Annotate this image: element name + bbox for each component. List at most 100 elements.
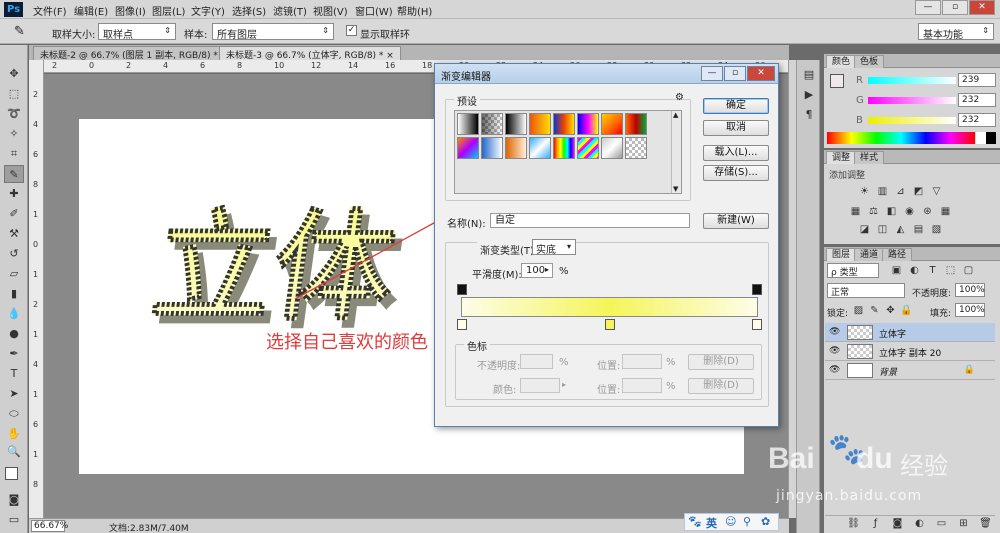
invert-icon[interactable]: ◪ — [858, 224, 871, 236]
ok-button[interactable]: 确定 — [703, 98, 769, 114]
layer-row[interactable]: 👁 立体字 — [825, 323, 995, 342]
color-menu-arrow-icon[interactable]: ▸ — [562, 380, 566, 389]
menu-window[interactable]: 窗口(W) — [355, 3, 393, 18]
load-button[interactable]: 载入(L)... — [703, 145, 769, 161]
paragraph-panel-icon[interactable]: ¶ — [799, 106, 819, 124]
opacity-stop-right[interactable] — [752, 284, 762, 295]
gradient-preset-swatch[interactable] — [601, 113, 623, 135]
screen-mode-icon[interactable]: ▭ — [4, 511, 24, 529]
gradient-preset-swatch[interactable] — [505, 137, 527, 159]
smoothness-stepper-icon[interactable]: ▸ — [545, 265, 549, 274]
healing-tool-icon[interactable]: ✚ — [4, 185, 24, 203]
r-value[interactable]: 239 — [958, 73, 996, 87]
stop-color-swatch[interactable] — [520, 378, 560, 393]
minimize-button[interactable]: — — [915, 0, 941, 15]
color-balance-icon[interactable]: ⚖ — [867, 206, 880, 218]
marquee-tool-icon[interactable]: ⬚ — [4, 85, 24, 103]
gradient-preset-swatch[interactable] — [601, 137, 623, 159]
lock-position-icon[interactable]: ✥ — [884, 305, 897, 317]
hand-tool-icon[interactable]: ✋ — [4, 425, 24, 443]
color-stop-mid[interactable] — [604, 319, 615, 330]
sample-size-select[interactable]: 取样点 ⇕ — [98, 23, 176, 40]
move-tool-icon[interactable]: ✥ — [4, 65, 24, 83]
gradient-preset-swatch[interactable] — [553, 113, 575, 135]
cancel-button[interactable]: 取消 — [703, 120, 769, 136]
stop-opacity-input[interactable] — [520, 354, 553, 369]
gradient-preset-swatch[interactable] — [481, 113, 503, 135]
eye-icon[interactable]: 👁 — [829, 365, 840, 375]
name-input[interactable]: 自定 — [490, 213, 690, 228]
levels-icon[interactable]: ▥ — [876, 186, 889, 198]
menu-view[interactable]: 视图(V) — [313, 3, 348, 18]
layer-kind-filter[interactable]: ρ 类型 — [827, 263, 879, 278]
lock-pixels-icon[interactable]: ✎ — [868, 305, 881, 317]
color-lookup-icon[interactable]: ▦ — [939, 206, 952, 218]
voice-icon[interactable]: ⚲ — [743, 515, 751, 528]
pen-tool-icon[interactable]: ✒ — [4, 345, 24, 363]
gradient-preset-swatch[interactable] — [577, 113, 599, 135]
type-tool-icon[interactable]: T — [4, 365, 24, 383]
gradient-preset-swatch[interactable] — [625, 113, 647, 135]
menu-layer[interactable]: 图层(L) — [152, 3, 185, 18]
channel-mixer-icon[interactable]: ⊛ — [921, 206, 934, 218]
foreground-color-swatch[interactable] — [5, 467, 18, 480]
emoji-icon[interactable]: ☺ — [725, 515, 736, 528]
color-ramp[interactable] — [827, 132, 975, 144]
paw-icon[interactable]: 🐾 — [688, 515, 702, 528]
layer-row[interactable]: 👁 立体字 副本 20 — [825, 342, 995, 361]
gradient-type-select[interactable]: 实底 ▾ — [532, 239, 576, 255]
quick-select-tool-icon[interactable]: ✧ — [4, 125, 24, 143]
tab-layers[interactable]: 图层 — [826, 248, 857, 261]
ime-english-toggle[interactable]: 英 — [706, 515, 717, 531]
foreground-color-chip[interactable] — [830, 74, 844, 88]
eyedropper-icon[interactable]: ✎ — [4, 165, 24, 183]
menu-image[interactable]: 图像(I) — [115, 3, 146, 18]
opacity-value[interactable]: 100% — [955, 283, 985, 297]
tab-paths[interactable]: 路径 — [882, 248, 913, 261]
menu-select[interactable]: 选择(S) — [232, 3, 266, 18]
filter-type-icon[interactable]: T — [926, 265, 939, 277]
delete-opacity-stop-button[interactable]: 删除(D) — [688, 354, 754, 370]
opacity-stop-left[interactable] — [457, 284, 467, 295]
gradient-preset-swatch[interactable] — [481, 137, 503, 159]
blur-tool-icon[interactable]: 💧 — [4, 305, 24, 323]
posterize-icon[interactable]: ◫ — [876, 224, 889, 236]
stop-color-location-input[interactable] — [622, 378, 662, 393]
gradient-preset-swatch[interactable] — [457, 137, 479, 159]
gradient-tool-icon[interactable]: ▮ — [4, 285, 24, 303]
dialog-maximize-icon[interactable]: ▫ — [724, 66, 746, 81]
show-ring-checkbox[interactable]: ✓ — [346, 25, 357, 36]
menu-filter[interactable]: 滤镜(T) — [273, 3, 307, 18]
tab-channels[interactable]: 通道 — [854, 248, 885, 261]
threshold-icon[interactable]: ◭ — [894, 224, 907, 236]
gradient-preset-swatch[interactable] — [529, 137, 551, 159]
g-value[interactable]: 232 — [958, 93, 996, 107]
gradient-preset-swatch[interactable] — [529, 113, 551, 135]
filter-pixel-icon[interactable]: ▣ — [890, 265, 903, 277]
sample-select[interactable]: 所有图层 ⇕ — [212, 23, 334, 40]
zoom-field[interactable]: 66.67% — [31, 520, 68, 532]
g-slider[interactable] — [868, 97, 956, 104]
filter-shape-icon[interactable]: ⬚ — [944, 265, 957, 277]
delete-color-stop-button[interactable]: 删除(D) — [688, 378, 754, 394]
zoom-tool-icon[interactable]: 🔍 — [4, 443, 24, 461]
exposure-icon[interactable]: ◩ — [912, 186, 925, 198]
menu-file[interactable]: 文件(F) — [33, 3, 67, 18]
trash-icon[interactable]: 🗑 — [979, 518, 992, 530]
stop-opacity-location-input[interactable] — [622, 354, 662, 369]
lock-all-icon[interactable]: 🔒 — [900, 305, 913, 317]
b-value[interactable]: 232 — [958, 113, 996, 127]
gradient-preset-swatch[interactable] — [577, 137, 599, 159]
menu-type[interactable]: 文字(Y) — [191, 3, 225, 18]
brightness-icon[interactable]: ☀ — [858, 186, 871, 198]
lasso-tool-icon[interactable]: ➰ — [4, 105, 24, 123]
eraser-tool-icon[interactable]: ▱ — [4, 265, 24, 283]
vibrance-icon[interactable]: ▽ — [930, 186, 943, 198]
bw-icon[interactable]: ◧ — [885, 206, 898, 218]
restore-button[interactable]: ▫ — [942, 0, 968, 15]
save-button[interactable]: 存储(S)... — [703, 165, 769, 181]
selective-color-icon[interactable]: ▧ — [930, 224, 943, 236]
shape-tool-icon[interactable]: ⬭ — [4, 405, 24, 423]
filter-smart-icon[interactable]: ▢ — [962, 265, 975, 277]
gradient-preset-swatch[interactable] — [625, 137, 647, 159]
